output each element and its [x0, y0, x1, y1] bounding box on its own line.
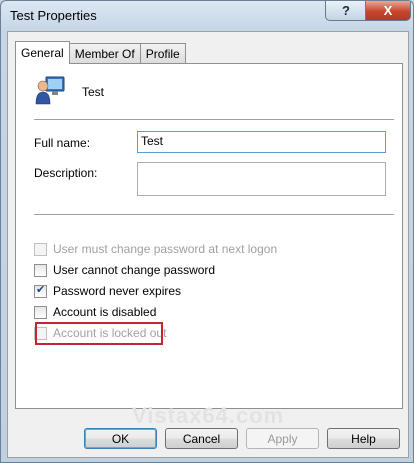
user-computer-icon	[35, 76, 65, 105]
checkbox-account-disabled[interactable]: Account is disabled	[34, 305, 156, 319]
ok-button[interactable]: OK	[84, 428, 157, 449]
checkbox-label: User must change password at next logon	[53, 242, 278, 256]
checkbox-password-never-expires[interactable]: Password never expires	[34, 283, 182, 298]
checkbox-label: Password never expires	[53, 284, 182, 298]
title-bar[interactable]: Test Properties ? X	[1, 1, 413, 31]
tab-member-of[interactable]: Member Of	[68, 43, 141, 63]
separator	[34, 119, 394, 121]
close-icon: X	[383, 3, 393, 18]
watermark: Vistax64.com	[132, 403, 285, 428]
checkbox-box[interactable]	[34, 283, 47, 298]
full-name-label: Full name:	[34, 136, 91, 150]
help-button[interactable]: Help	[327, 428, 400, 449]
tab-profile[interactable]: Profile	[139, 43, 186, 63]
question-mark-icon: ?	[342, 3, 350, 18]
tab-strip: General Member Of Profile	[15, 41, 186, 64]
separator	[34, 214, 394, 216]
help-title-button[interactable]: ?	[325, 1, 367, 21]
checkbox-label: User cannot change password	[53, 263, 216, 277]
checkbox-must-change-password[interactable]: User must change password at next logon	[34, 242, 277, 256]
checkbox-cannot-change-password[interactable]: User cannot change password	[34, 263, 215, 277]
checkbox-box[interactable]	[34, 305, 47, 319]
user-name: Test	[82, 85, 105, 99]
checkbox-box[interactable]	[34, 242, 47, 256]
window-title: Test Properties	[10, 8, 97, 23]
dialog-client-area: General Member Of Profile Test Full name…	[7, 31, 409, 458]
full-name-field[interactable]: Test	[137, 131, 386, 153]
apply-button[interactable]: Apply	[246, 428, 319, 449]
description-field[interactable]	[137, 162, 386, 196]
description-label: Description:	[34, 166, 98, 180]
cancel-button[interactable]: Cancel	[165, 428, 238, 449]
properties-dialog: Test Properties ? X General Member Of Pr…	[0, 0, 414, 463]
checkbox-box[interactable]	[34, 263, 47, 277]
general-tab-panel: Test Full name: Test Description: User m…	[15, 63, 403, 409]
highlight-box	[35, 322, 163, 345]
close-button[interactable]: X	[365, 1, 411, 21]
tab-general[interactable]: General	[15, 41, 70, 64]
checkbox-label: Account is disabled	[53, 305, 157, 319]
